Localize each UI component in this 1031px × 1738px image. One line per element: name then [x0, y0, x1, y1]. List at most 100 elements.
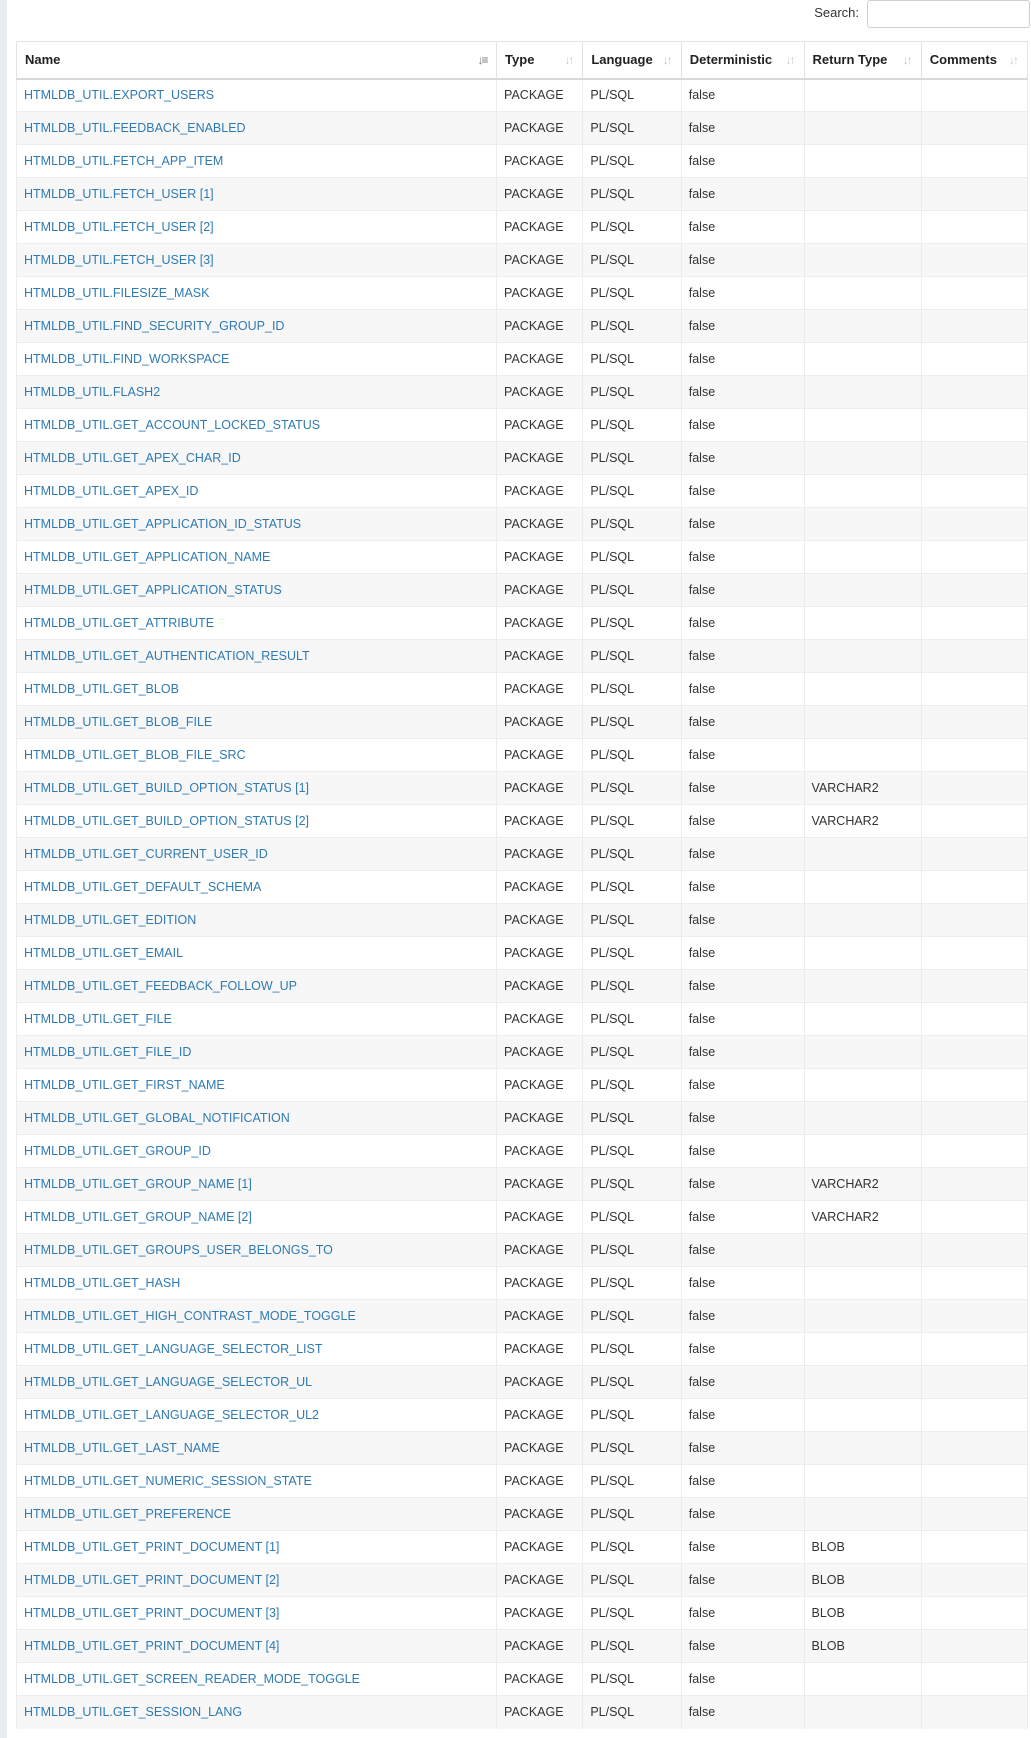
object-name-link[interactable]: HTMLDB_UTIL.GET_NUMERIC_SESSION_STATE: [24, 1474, 312, 1488]
object-name-link[interactable]: HTMLDB_UTIL.FILESIZE_MASK: [24, 286, 209, 300]
cell-return-type: VARCHAR2: [803, 771, 922, 805]
cell-language: PL/SQL: [582, 276, 682, 310]
object-name-link[interactable]: HTMLDB_UTIL.GET_HASH: [24, 1276, 180, 1290]
object-name-link[interactable]: HTMLDB_UTIL.GET_FIRST_NAME: [24, 1078, 225, 1092]
sort-both-icon[interactable]: ↓↑: [561, 52, 575, 68]
object-name-link[interactable]: HTMLDB_UTIL.FETCH_USER [2]: [24, 220, 214, 234]
column-header-deterministic[interactable]: Deterministic ↓↑: [680, 41, 805, 80]
object-name-link[interactable]: HTMLDB_UTIL.EXPORT_USERS: [24, 88, 214, 102]
object-name-link[interactable]: HTMLDB_UTIL.GET_BLOB_FILE_SRC: [24, 748, 246, 762]
object-name-link[interactable]: HTMLDB_UTIL.FLASH2: [24, 385, 160, 399]
cell-language: PL/SQL: [582, 144, 682, 178]
table-row: HTMLDB_UTIL.GET_ATTRIBUTE PACKAGE PL/SQL fa…: [15, 606, 1029, 640]
cell-language: PL/SQL: [582, 210, 682, 244]
table-row: HTMLDB_UTIL.GET_DEFAULT_SCHEMA PACKAGE PL/…: [15, 870, 1029, 904]
column-header-comments[interactable]: Comments ↓↑: [920, 41, 1029, 80]
cell-comments: [920, 375, 1029, 409]
sort-both-icon[interactable]: ↓↑: [1006, 52, 1020, 68]
object-name-link[interactable]: HTMLDB_UTIL.GET_APPLICATION_ID_STATUS: [24, 517, 301, 531]
object-name-link[interactable]: HTMLDB_UTIL.FETCH_USER [3]: [24, 253, 214, 267]
column-header-return-type[interactable]: Return Type ↓↑: [803, 41, 922, 80]
object-name-link[interactable]: HTMLDB_UTIL.GET_APEX_ID: [24, 484, 198, 498]
object-name-link[interactable]: HTMLDB_UTIL.GET_BUILD_OPTION_STATUS [1]: [24, 781, 309, 795]
object-name-link[interactable]: HTMLDB_UTIL.GET_EMAIL: [24, 946, 183, 960]
cell-deterministic: false: [680, 474, 805, 508]
object-name-link[interactable]: HTMLDB_UTIL.GET_GLOBAL_NOTIFICATION: [24, 1111, 290, 1125]
table-row: HTMLDB_UTIL.GET_FEEDBACK_FOLLOW_UP PACKAG…: [15, 969, 1029, 1003]
cell-comments: [920, 1398, 1029, 1432]
column-header-name[interactable]: Name ↓≡: [15, 41, 498, 80]
sort-both-icon[interactable]: ↓↑: [900, 52, 914, 68]
cell-return-type: BLOB: [803, 1563, 922, 1597]
objects-table: Name ↓≡ Type ↓↑ Language ↓↑ Deterministic ↓↑ Ret…: [15, 41, 1029, 1729]
cell-type: PACKAGE: [496, 441, 584, 475]
object-name-link[interactable]: HTMLDB_UTIL.GET_PRINT_DOCUMENT [2]: [24, 1573, 279, 1587]
cell-name: HTMLDB_UTIL.GET_BUILD_OPTION_STATUS [2]: [15, 804, 498, 838]
object-name-link[interactable]: HTMLDB_UTIL.FIND_SECURITY_GROUP_ID: [24, 319, 284, 333]
cell-type: PACKAGE: [496, 1497, 584, 1531]
object-name-link[interactable]: HTMLDB_UTIL.GET_APPLICATION_NAME: [24, 550, 270, 564]
object-name-link[interactable]: HTMLDB_UTIL.GET_ATTRIBUTE: [24, 616, 214, 630]
column-header-type[interactable]: Type ↓↑: [496, 41, 584, 80]
cell-return-type: [803, 375, 922, 409]
object-name-link[interactable]: HTMLDB_UTIL.GET_FEEDBACK_FOLLOW_UP: [24, 979, 297, 993]
object-name-link[interactable]: HTMLDB_UTIL.GET_PRINT_DOCUMENT [1]: [24, 1540, 279, 1554]
sort-amount-down-icon[interactable]: ↓≡: [475, 52, 489, 68]
cell-return-type: [803, 177, 922, 211]
object-name-link[interactable]: HTMLDB_UTIL.GET_LANGUAGE_SELECTOR_UL: [24, 1375, 312, 1389]
cell-type: PACKAGE: [496, 804, 584, 838]
object-name-link[interactable]: HTMLDB_UTIL.GET_AUTHENTICATION_RESULT: [24, 649, 310, 663]
object-name-link[interactable]: HTMLDB_UTIL.GET_BLOB: [24, 682, 179, 696]
object-name-link[interactable]: HTMLDB_UTIL.GET_APEX_CHAR_ID: [24, 451, 241, 465]
object-name-link[interactable]: HTMLDB_UTIL.GET_PRINT_DOCUMENT [4]: [24, 1639, 279, 1653]
object-name-link[interactable]: HTMLDB_UTIL.GET_APPLICATION_STATUS: [24, 583, 282, 597]
object-name-link[interactable]: HTMLDB_UTIL.GET_EDITION: [24, 913, 196, 927]
object-name-link[interactable]: HTMLDB_UTIL.GET_GROUPS_USER_BELONGS_TO: [24, 1243, 333, 1257]
cell-return-type: [803, 474, 922, 508]
table-row: HTMLDB_UTIL.FIND_SECURITY_GROUP_ID PACKAG…: [15, 309, 1029, 343]
object-name-link[interactable]: HTMLDB_UTIL.GET_LAST_NAME: [24, 1441, 220, 1455]
cell-return-type: VARCHAR2: [803, 1200, 922, 1234]
object-name-link[interactable]: HTMLDB_UTIL.GET_LANGUAGE_SELECTOR_UL2: [24, 1408, 319, 1422]
object-name-link[interactable]: HTMLDB_UTIL.GET_FILE_ID: [24, 1045, 191, 1059]
column-header-language[interactable]: Language ↓↑: [582, 41, 682, 80]
cell-language: PL/SQL: [582, 1365, 682, 1399]
sort-both-icon[interactable]: ↓↑: [660, 52, 674, 68]
object-name-link[interactable]: HTMLDB_UTIL.GET_GROUP_NAME [1]: [24, 1177, 252, 1191]
cell-language: PL/SQL: [582, 804, 682, 838]
sort-both-icon[interactable]: ↓↑: [783, 52, 797, 68]
object-name-link[interactable]: HTMLDB_UTIL.GET_LANGUAGE_SELECTOR_LIST: [24, 1342, 322, 1356]
cell-deterministic: false: [680, 837, 805, 871]
cell-name: HTMLDB_UTIL.GET_FIRST_NAME: [15, 1068, 498, 1102]
object-name-link[interactable]: HTMLDB_UTIL.GET_SCREEN_READER_MODE_TOGGL…: [24, 1672, 360, 1686]
object-name-link[interactable]: HTMLDB_UTIL.FETCH_USER [1]: [24, 187, 214, 201]
object-name-link[interactable]: HTMLDB_UTIL.GET_PRINT_DOCUMENT [3]: [24, 1606, 279, 1620]
table-row: HTMLDB_UTIL.GET_NUMERIC_SESSION_STATE PAC…: [15, 1464, 1029, 1498]
object-name-link[interactable]: HTMLDB_UTIL.GET_ACCOUNT_LOCKED_STATUS: [24, 418, 320, 432]
object-name-link[interactable]: HTMLDB_UTIL.FIND_WORKSPACE: [24, 352, 229, 366]
object-name-link[interactable]: HTMLDB_UTIL.FEEDBACK_ENABLED: [24, 121, 246, 135]
cell-type: PACKAGE: [496, 639, 584, 673]
object-name-link[interactable]: HTMLDB_UTIL.GET_FILE: [24, 1012, 172, 1026]
object-name-link[interactable]: HTMLDB_UTIL.GET_SESSION_LANG: [24, 1705, 242, 1719]
cell-comments: [920, 144, 1029, 178]
object-name-link[interactable]: HTMLDB_UTIL.GET_DEFAULT_SCHEMA: [24, 880, 261, 894]
cell-return-type: [803, 1233, 922, 1267]
cell-type: PACKAGE: [496, 1299, 584, 1333]
object-name-link[interactable]: HTMLDB_UTIL.GET_HIGH_CONTRAST_MODE_TOGGL…: [24, 1309, 356, 1323]
object-name-link[interactable]: HTMLDB_UTIL.GET_PREFERENCE: [24, 1507, 231, 1521]
object-name-link[interactable]: HTMLDB_UTIL.GET_GROUP_NAME [2]: [24, 1210, 252, 1224]
cell-language: PL/SQL: [582, 1068, 682, 1102]
object-name-link[interactable]: HTMLDB_UTIL.GET_BUILD_OPTION_STATUS [2]: [24, 814, 309, 828]
object-name-link[interactable]: HTMLDB_UTIL.GET_GROUP_ID: [24, 1144, 211, 1158]
cell-type: PACKAGE: [496, 408, 584, 442]
object-name-link[interactable]: HTMLDB_UTIL.FETCH_APP_ITEM: [24, 154, 223, 168]
cell-type: PACKAGE: [496, 936, 584, 970]
cell-return-type: [803, 1695, 922, 1729]
search-input[interactable]: [867, 0, 1030, 28]
object-name-link[interactable]: HTMLDB_UTIL.GET_BLOB_FILE: [24, 715, 212, 729]
cell-deterministic: false: [680, 1101, 805, 1135]
object-name-link[interactable]: HTMLDB_UTIL.GET_CURRENT_USER_ID: [24, 847, 268, 861]
cell-language: PL/SQL: [582, 1002, 682, 1036]
cell-name: HTMLDB_UTIL.GET_APPLICATION_STATUS: [15, 573, 498, 607]
